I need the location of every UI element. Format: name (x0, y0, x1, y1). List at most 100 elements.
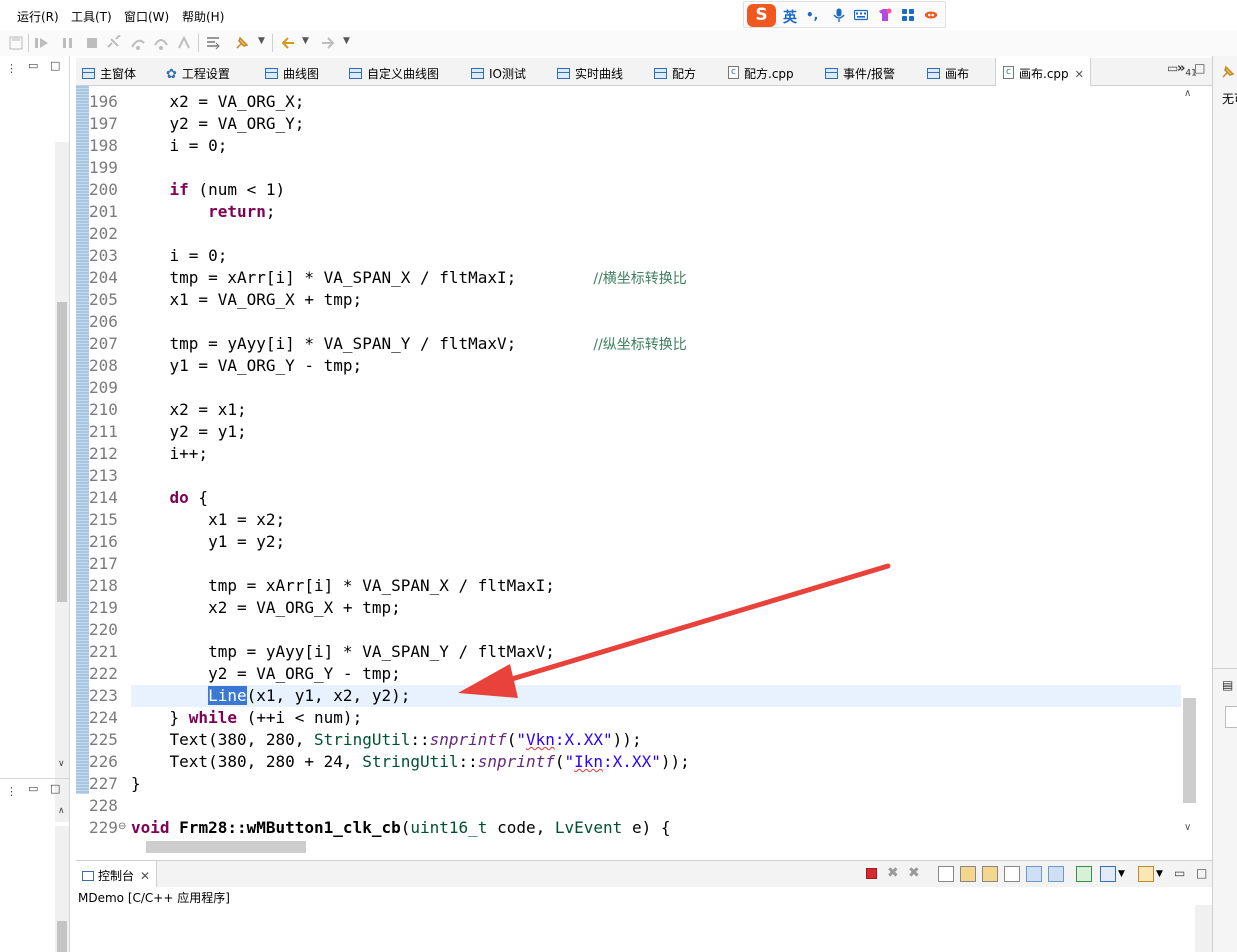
scrollbar-thumb[interactable] (146, 841, 306, 853)
menu-run[interactable]: 运行(R) (17, 8, 59, 25)
pin-icon[interactable] (234, 35, 250, 51)
code-line[interactable]: i = 0; (131, 245, 1181, 267)
chevron-down-icon[interactable]: ▼ (1156, 869, 1172, 885)
menu-help[interactable]: 帮助(H) (182, 8, 224, 25)
code-line[interactable]: Text(380, 280, StringUtil::snprintf("Vkn… (131, 729, 1181, 751)
show-on-stdout-icon[interactable] (1026, 866, 1042, 882)
minimize-icon[interactable]: ▭ (28, 782, 38, 795)
mic-icon[interactable] (832, 8, 846, 22)
scroll-lock-icon[interactable] (960, 866, 976, 882)
code-line[interactable] (131, 619, 1181, 641)
left-panel-scrollbar[interactable] (55, 826, 69, 952)
maximize-icon[interactable]: □ (50, 59, 60, 72)
terminate-icon[interactable] (866, 868, 877, 879)
apps-icon[interactable] (901, 8, 915, 22)
disconnect-icon[interactable] (106, 35, 122, 51)
fold-icon[interactable]: ⊖ (118, 821, 126, 832)
code-line[interactable]: y2 = y1; (131, 421, 1181, 443)
right-panel-input[interactable] (1225, 706, 1237, 728)
word-wrap-icon[interactable] (1004, 866, 1020, 882)
code-line[interactable]: x2 = x1; (131, 399, 1181, 421)
use-step-filters-icon[interactable] (205, 35, 221, 51)
code-line[interactable]: y1 = y2; (131, 531, 1181, 553)
tab-canvas-cpp[interactable]: 画布.cpp ✕ (995, 58, 1091, 87)
code-line[interactable] (131, 553, 1181, 575)
code-line[interactable]: x1 = x2; (131, 509, 1181, 531)
tab-project-settings[interactable]: ✿ 工程设置 (166, 58, 230, 86)
keyboard-icon[interactable] (854, 8, 868, 22)
punctuation-icon[interactable]: •, (806, 8, 820, 22)
code-line[interactable]: y1 = VA_ORG_Y - tmp; (131, 355, 1181, 377)
code-line[interactable]: x2 = VA_ORG_X; (131, 91, 1181, 113)
ime-language-toggle[interactable]: 英 (783, 7, 797, 27)
code-line[interactable]: y2 = VA_ORG_Y; (131, 113, 1181, 135)
outline-icon[interactable]: ▤ (1222, 678, 1233, 692)
pin-console-icon[interactable] (1076, 866, 1092, 882)
menu-window[interactable]: 窗口(W) (124, 8, 169, 25)
display-console-icon[interactable] (1100, 866, 1116, 882)
pin-icon[interactable] (1220, 64, 1236, 80)
code-line[interactable]: if (num < 1) (131, 179, 1181, 201)
code-line[interactable] (131, 311, 1181, 333)
tab-realtime-curve[interactable]: 实时曲线 (557, 58, 623, 86)
code-line[interactable]: i++; (131, 443, 1181, 465)
left-panel-scrollbar[interactable] (55, 142, 69, 822)
word-wrap-icon[interactable] (982, 866, 998, 882)
maximize-icon[interactable]: □ (1194, 61, 1205, 75)
minimize-icon[interactable]: ▭ (1167, 61, 1178, 75)
chevron-down-icon[interactable]: ▼ (1118, 869, 1134, 885)
scroll-down-icon[interactable]: ∨ (58, 759, 65, 769)
minimize-icon[interactable]: ▭ (28, 59, 38, 72)
code-editor[interactable]: 196 197 198 199 200 201 202 203 204 205 206 207 208 2… (76, 86, 1212, 858)
code-line[interactable]: tmp = yAyy[i] * VA_SPAN_Y / fltMaxV; (131, 641, 1181, 663)
minimize-icon[interactable]: ▭ (1174, 866, 1190, 882)
code-line[interactable]: do { (131, 487, 1181, 509)
code-line[interactable]: void Frm28::wMButton1_clk_cb(uint16_t co… (131, 817, 1181, 839)
clear-console-icon[interactable] (938, 866, 954, 882)
scroll-down-icon[interactable]: ∨ (1184, 822, 1191, 833)
code-line[interactable]: } (131, 773, 1181, 795)
code-line[interactable]: Line(x1, y1, x2, y2); (131, 685, 1181, 707)
tab-io-test[interactable]: IO测试 (471, 58, 526, 86)
scroll-up-icon[interactable]: ∧ (58, 806, 65, 816)
maximize-icon[interactable]: □ (1196, 866, 1212, 882)
step-into-icon[interactable] (130, 35, 146, 51)
code-line[interactable]: Text(380, 280 + 24, StringUtil::snprintf… (131, 751, 1181, 773)
tab-custom-curve[interactable]: 自定义曲线图 (349, 58, 439, 86)
view-menu-icon[interactable]: ⋮ (6, 785, 17, 798)
editor-vertical-scrollbar[interactable]: ∧ ∨ (1181, 86, 1198, 844)
menu-tools[interactable]: 工具(T) (71, 8, 112, 25)
chevron-down-icon[interactable]: ▼ (258, 36, 265, 46)
code-line[interactable] (131, 223, 1181, 245)
console-scrollbar[interactable] (1195, 905, 1212, 952)
scroll-up-icon[interactable]: ∧ (1184, 88, 1191, 99)
tab-console[interactable]: 控制台 ✕ (76, 861, 158, 887)
code-line[interactable]: return; (131, 201, 1181, 223)
code-line[interactable]: x1 = VA_ORG_X + tmp; (131, 289, 1181, 311)
scrollbar-thumb[interactable] (57, 921, 67, 952)
show-on-stderr-icon[interactable] (1048, 866, 1064, 882)
view-menu-icon[interactable]: ⋮ (6, 62, 17, 75)
code-line[interactable]: i = 0; (131, 135, 1181, 157)
code-line[interactable] (131, 157, 1181, 179)
code-line[interactable] (131, 465, 1181, 487)
stop-icon[interactable] (84, 35, 100, 51)
open-console-icon[interactable] (1138, 866, 1154, 882)
close-icon[interactable]: ✕ (1075, 68, 1084, 81)
step-return-icon[interactable] (176, 35, 192, 51)
skin-icon[interactable] (878, 8, 892, 22)
back-icon[interactable] (280, 35, 296, 51)
editor-horizontal-scrollbar[interactable] (131, 839, 1181, 856)
chevron-down-icon[interactable]: ▼ (302, 36, 309, 46)
tab-events-alarms[interactable]: 事件/报警 (825, 58, 895, 86)
code-line[interactable]: tmp = xArr[i] * VA_SPAN_X / fltMaxI; //横… (131, 267, 1181, 289)
tab-curve[interactable]: 曲线图 (265, 58, 319, 86)
close-icon[interactable]: ✕ (140, 869, 150, 883)
code-line[interactable]: y2 = VA_ORG_Y - tmp; (131, 663, 1181, 685)
remove-launch-icon[interactable]: ✖ (887, 866, 903, 882)
code-line[interactable]: tmp = xArr[i] * VA_SPAN_X / fltMaxI; (131, 575, 1181, 597)
tool-icon[interactable] (924, 8, 938, 22)
remove-all-icon[interactable]: ✖ (908, 866, 924, 882)
tab-recipe[interactable]: 配方 (654, 58, 696, 86)
save-icon[interactable] (8, 35, 24, 51)
